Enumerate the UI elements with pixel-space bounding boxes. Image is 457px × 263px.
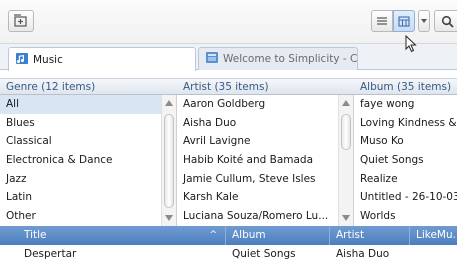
artist-pane-header[interactable]: Artist (35 items) bbox=[177, 78, 354, 95]
album-header-label: Album (35 items) bbox=[360, 80, 452, 93]
list-view-button[interactable] bbox=[371, 10, 393, 32]
genre-header-label: Genre (12 items) bbox=[6, 80, 96, 93]
list-item[interactable]: Avril Lavigne bbox=[177, 132, 353, 151]
tab-label: Music bbox=[33, 53, 63, 66]
genre-pane-header[interactable]: Genre (12 items) bbox=[0, 78, 177, 95]
list-item[interactable]: Classical bbox=[0, 132, 176, 151]
list-item[interactable]: Other bbox=[0, 207, 176, 226]
list-item[interactable]: Karsh Kale bbox=[177, 188, 353, 207]
scroll-up-arrow-icon[interactable] bbox=[342, 100, 350, 106]
mouse-cursor-icon bbox=[405, 34, 417, 56]
webpage-icon bbox=[205, 51, 219, 67]
column-artist-label: Artist bbox=[336, 229, 365, 241]
column-header-artist[interactable]: Artist bbox=[330, 226, 410, 245]
list-item[interactable]: Luciana Souza/Romero Lu... bbox=[177, 207, 353, 226]
column-header-title[interactable]: Title ^ bbox=[0, 226, 226, 245]
tab-welcome-to-simplicity[interactable]: Welcome to Simplicity - Cou... × bbox=[198, 47, 358, 70]
column-header-likemusic[interactable]: LikeMu... bbox=[410, 226, 457, 245]
album-list: faye wong Loving Kindness & \ Muso Ko Qu… bbox=[354, 95, 457, 226]
table-row[interactable]: Despertar Quiet Songs Aisha Duo bbox=[0, 245, 457, 263]
view-dropdown-button[interactable] bbox=[418, 10, 430, 32]
list-item[interactable]: Habib Koité and Bamada bbox=[177, 151, 353, 170]
genre-scrollbar[interactable] bbox=[161, 95, 176, 226]
list-item[interactable]: Quiet Songs bbox=[354, 151, 457, 170]
list-item[interactable]: Aaron Goldberg bbox=[177, 95, 353, 114]
list-item[interactable]: Loving Kindness & \ bbox=[354, 114, 457, 133]
track-likemusic-cell bbox=[410, 245, 457, 263]
scroll-down-arrow-icon[interactable] bbox=[165, 215, 173, 221]
tab-label: Welcome to Simplicity - Cou... bbox=[223, 53, 358, 65]
list-item[interactable]: All bbox=[0, 95, 176, 114]
list-item[interactable]: Untitled - 26-10-03 bbox=[354, 188, 457, 207]
list-item[interactable]: Latin bbox=[0, 188, 176, 207]
list-item[interactable]: Aisha Duo bbox=[177, 114, 353, 133]
search-icon bbox=[441, 15, 454, 28]
chevron-down-icon bbox=[421, 19, 427, 23]
track-artist-cell: Aisha Duo bbox=[336, 248, 390, 260]
music-note-icon bbox=[15, 52, 29, 68]
list-item[interactable]: Worlds bbox=[354, 207, 457, 226]
column-title-label: Title bbox=[24, 229, 47, 241]
toolbar bbox=[0, 0, 457, 44]
artist-list: Aaron Goldberg Aisha Duo Avril Lavigne H… bbox=[177, 95, 354, 226]
list-item[interactable]: Jazz bbox=[0, 170, 176, 189]
tab-bar: Music Welcome to Simplicity - Cou... × bbox=[0, 44, 457, 71]
track-title-cell: Despertar bbox=[24, 248, 77, 260]
sort-ascending-icon: ^ bbox=[209, 230, 217, 240]
scroll-thumb[interactable] bbox=[341, 114, 351, 150]
column-likemusic-label: LikeMu... bbox=[416, 229, 457, 241]
genre-list: All Blues Classical Electronica & Dance … bbox=[0, 95, 177, 226]
scroll-thumb[interactable] bbox=[164, 114, 174, 208]
tab-music[interactable]: Music bbox=[8, 47, 196, 71]
artist-scrollbar[interactable] bbox=[338, 95, 353, 226]
list-item[interactable]: Electronica & Dance bbox=[0, 151, 176, 170]
grid-view-icon bbox=[398, 15, 410, 27]
track-album-cell: Quiet Songs bbox=[232, 248, 296, 260]
album-pane-header[interactable]: Album (35 items) bbox=[354, 78, 457, 95]
column-album-label: Album bbox=[232, 229, 266, 241]
column-header-album[interactable]: Album bbox=[226, 226, 330, 245]
list-item[interactable]: faye wong bbox=[354, 95, 457, 114]
grid-view-button[interactable] bbox=[393, 10, 415, 32]
list-item[interactable]: Jamie Cullum, Steve Isles bbox=[177, 170, 353, 189]
scroll-down-arrow-icon[interactable] bbox=[342, 215, 350, 221]
list-item[interactable]: Muso Ko bbox=[354, 132, 457, 151]
list-item[interactable]: Realize bbox=[354, 170, 457, 189]
tracklist-header: Title ^ Album Artist LikeMu... bbox=[0, 226, 457, 245]
artist-header-label: Artist (35 items) bbox=[183, 80, 269, 93]
list-view-icon bbox=[376, 16, 388, 26]
add-to-playlist-icon bbox=[13, 14, 29, 28]
add-to-playlist-button[interactable] bbox=[8, 10, 34, 32]
scroll-up-arrow-icon[interactable] bbox=[165, 100, 173, 106]
list-item[interactable]: Blues bbox=[0, 114, 176, 133]
search-button[interactable] bbox=[434, 10, 457, 32]
